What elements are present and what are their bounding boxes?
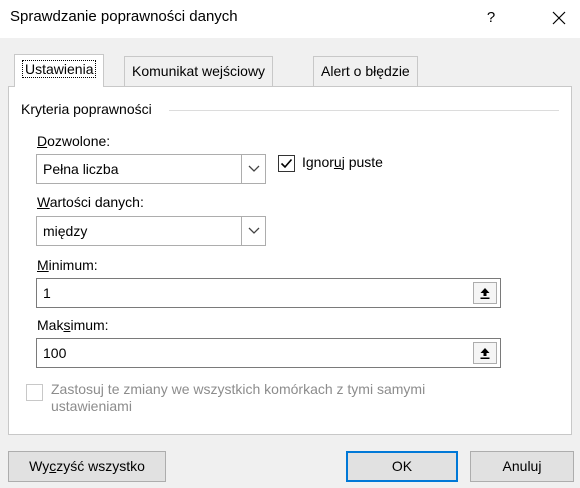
chevron-down-icon[interactable] [241,155,265,183]
allowed-label: Dozwolone: [37,133,111,149]
collapse-dialog-icon [480,288,490,299]
help-button[interactable]: ? [478,5,504,31]
ignore-blank-label[interactable]: Ignoruj puste [302,154,383,170]
ignore-blank-checkbox[interactable] [278,155,295,172]
maximum-value: 100 [43,345,67,361]
ok-button[interactable]: OK [346,451,458,482]
tab-error-alert-label: Alert o błędzie [321,63,410,79]
checkmark-icon [280,158,293,169]
tab-error-alert[interactable]: Alert o błędzie [313,56,418,86]
maximum-label: Maksimum: [37,317,109,333]
chevron-down-icon[interactable] [241,217,265,245]
tab-settings[interactable]: Ustawienia [14,54,105,87]
minimum-range-button[interactable] [473,282,497,304]
apply-all-label-line2: ustawieniami [51,398,132,414]
data-dropdown[interactable]: między [36,216,266,246]
tab-input-message-label: Komunikat wejściowy [132,63,266,79]
minimum-label: Minimum: [37,257,98,273]
collapse-dialog-icon [480,348,490,359]
apply-all-label: Zastosuj te zmiany we wszystkich komórka… [51,381,425,415]
close-button[interactable] [544,5,574,31]
data-label: Wartości danych: [37,194,144,210]
tab-settings-label: Ustawienia [22,60,97,78]
close-icon [552,11,566,25]
criteria-group-label: Kryteria poprawności [21,101,152,117]
minimum-value: 1 [43,285,51,301]
tab-input-message[interactable]: Komunikat wejściowy [124,56,274,86]
minimum-field[interactable]: 1 [36,278,501,308]
group-divider [169,110,559,111]
apply-all-checkbox[interactable] [26,384,43,401]
title-bar: Sprawdzanie poprawności danych ? [0,0,580,38]
maximum-range-button[interactable] [473,342,497,364]
allowed-value: Pełna liczba [43,161,119,177]
apply-all-label-line1: Zastosuj te zmiany we wszystkich komórka… [51,381,426,397]
allowed-dropdown[interactable]: Pełna liczba [36,154,266,184]
clear-all-button[interactable]: Wyczyść wszystko [8,451,166,482]
settings-panel: Kryteria poprawności Dozwolone: Pełna li… [8,86,572,435]
dialog-title: Sprawdzanie poprawności danych [10,8,238,25]
data-validation-dialog: Sprawdzanie poprawności danych ? Ustawie… [0,0,580,488]
data-value: między [43,223,88,239]
cancel-button[interactable]: Anuluj [470,451,574,482]
maximum-field[interactable]: 100 [36,338,501,368]
